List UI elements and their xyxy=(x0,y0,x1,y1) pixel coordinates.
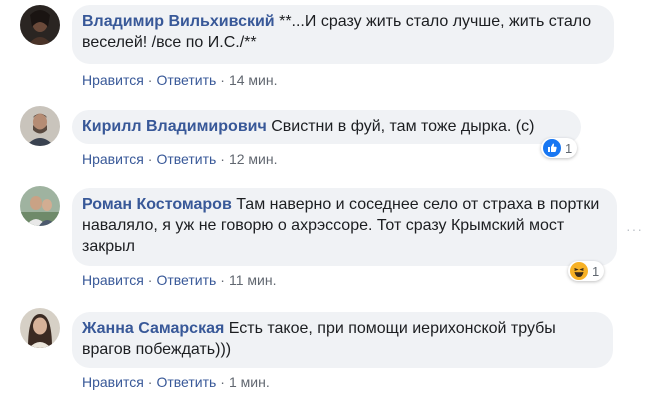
avatar[interactable] xyxy=(20,308,60,348)
like-icon xyxy=(543,139,561,157)
separator: · xyxy=(147,72,153,88)
comment-author[interactable]: Роман Костомаров xyxy=(82,196,232,213)
avatar[interactable] xyxy=(20,5,60,45)
reply-link[interactable]: Ответить xyxy=(156,374,216,390)
comment-actions: Нравится · Ответить · 14 мин. xyxy=(82,71,278,89)
comment-actions: Нравится · Ответить · 1 мин. xyxy=(82,373,270,391)
separator: · xyxy=(147,272,153,288)
avatar[interactable] xyxy=(20,106,60,146)
reaction-count: 1 xyxy=(565,140,573,156)
separator: · xyxy=(220,151,225,167)
like-link[interactable]: Нравится xyxy=(82,72,144,88)
comment-bubble: Роман Костомаров Там наверно и соседнее … xyxy=(72,188,617,266)
comment-actions: Нравится · Ответить · 12 мин. xyxy=(82,150,278,168)
like-link[interactable]: Нравится xyxy=(82,151,144,167)
separator: · xyxy=(220,272,225,288)
comment-actions: Нравится · Ответить · 11 мин. xyxy=(82,271,276,289)
separator: · xyxy=(147,374,153,390)
reaction-count: 1 xyxy=(592,263,600,279)
comment-bubble: Владимир Вильхивский **...И сразу жить с… xyxy=(72,5,614,64)
separator: · xyxy=(147,151,153,167)
separator: · xyxy=(220,72,225,88)
comment-bubble: Жанна Самарская Есть такое, при помощи и… xyxy=(72,312,613,368)
reaction-summary[interactable]: 1 xyxy=(541,138,578,158)
comment-bubble: Кирилл Владимирович Свистни в фуй, там т… xyxy=(72,110,581,144)
like-link[interactable]: Нравится xyxy=(82,272,144,288)
comment-time[interactable]: 11 мин. xyxy=(229,272,277,288)
separator: · xyxy=(220,374,225,390)
reply-link[interactable]: Ответить xyxy=(156,272,216,288)
reply-link[interactable]: Ответить xyxy=(156,72,216,88)
more-options-icon[interactable]: ··· xyxy=(626,221,643,237)
comment-author[interactable]: Кирилл Владимирович xyxy=(82,118,267,135)
comment-time[interactable]: 12 мин. xyxy=(229,151,278,167)
reaction-summary[interactable]: 1 xyxy=(568,261,605,281)
comment-time[interactable]: 14 мин. xyxy=(229,72,278,88)
like-link[interactable]: Нравится xyxy=(82,374,144,390)
reply-link[interactable]: Ответить xyxy=(156,151,216,167)
comment-author[interactable]: Жанна Самарская xyxy=(82,320,224,337)
comment-text: Свистни в фуй, там тоже дырка. (с) xyxy=(266,118,535,135)
haha-icon xyxy=(570,262,588,280)
comment-author[interactable]: Владимир Вильхивский xyxy=(82,13,275,30)
avatar[interactable] xyxy=(20,186,60,226)
comment-time[interactable]: 1 мин. xyxy=(229,374,270,390)
